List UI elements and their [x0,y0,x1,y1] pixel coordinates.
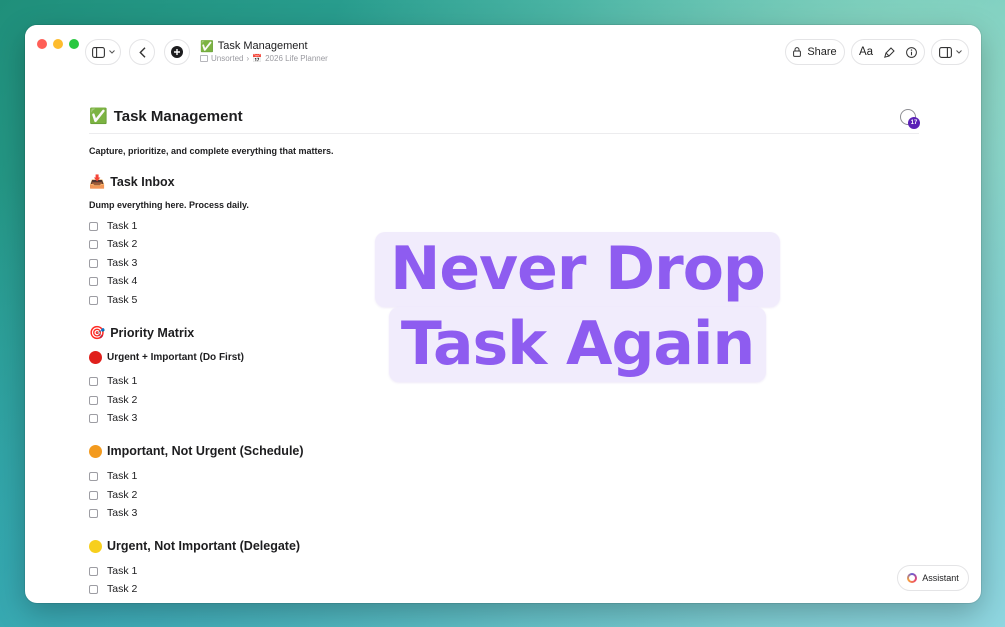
task-label[interactable]: Task 2 [107,394,137,406]
task-item: Task 3 [89,507,137,519]
add-icon [171,46,183,58]
task-checkbox[interactable] [89,258,98,268]
page-title-text: Task Management [113,108,243,125]
history-count-badge: 17 [908,117,920,129]
window-controls [37,39,79,49]
quadrant-heading-do-first[interactable]: Urgent + Important (Do First) [89,351,244,364]
task-label[interactable]: Task 2 [107,583,137,595]
task-item: Task 2 [89,583,137,595]
quadrant-heading-text: Urgent + Important (Do First) [107,352,244,363]
task-label[interactable]: Task 2 [107,238,137,250]
toolbar: ✅ Task Management Unsorted › 📅 2026 Life… [25,25,981,81]
task-item: Task 1 [89,470,137,482]
font-format-button[interactable]: Aa [859,46,873,58]
task-label[interactable]: Task 1 [107,470,137,482]
assistant-label: Assistant [922,573,959,583]
breadcrumb-item[interactable]: Unsorted [211,54,243,63]
note-title-block[interactable]: ✅ Task Management Unsorted › 📅 2026 Life… [200,40,328,63]
task-label[interactable]: Task 4 [107,275,137,287]
task-label[interactable]: Task 3 [107,412,137,424]
close-window-button[interactable] [37,39,47,49]
task-item: Task 1 [89,220,137,232]
task-checkbox[interactable] [89,239,98,249]
folder-icon [200,55,208,62]
task-item: Task 2 [89,238,137,250]
task-item: Task 1 [89,375,137,387]
task-item: Task 2 [89,489,137,501]
yellow-circle-icon [89,539,102,553]
window-title: Task Management [217,40,308,52]
sidebar-icon [91,46,105,58]
task-label[interactable]: Task 3 [107,507,137,519]
task-label[interactable]: Task 5 [107,294,137,306]
breadcrumb: Unsorted › 📅 2026 Life Planner [200,54,328,63]
task-checkbox[interactable] [89,221,98,231]
task-checkbox[interactable] [89,508,98,518]
title-divider [89,133,919,134]
priority-matrix-heading[interactable]: 🎯 Priority Matrix [89,326,194,340]
info-icon[interactable] [906,46,917,58]
task-label[interactable]: Task 1 [107,220,137,232]
breadcrumb-separator-icon: › [246,54,250,63]
inbox-heading[interactable]: 📥 Task Inbox [89,175,175,189]
panel-toggle-button[interactable] [931,39,969,65]
check-emoji-icon: ✅ [89,107,108,125]
chevron-down-icon [108,50,115,54]
task-checkbox[interactable] [89,566,98,576]
task-item: Task 5 [89,294,137,306]
brush-icon[interactable] [884,46,895,58]
task-checkbox[interactable] [89,276,98,286]
calendar-icon: 📅 [252,54,263,63]
inbox-tray-icon: 📥 [89,174,106,190]
priority-matrix-heading-text: Priority Matrix [110,326,195,340]
page-description[interactable]: Capture, prioritize, and complete everyt… [89,146,334,156]
red-circle-icon [89,351,102,364]
share-label: Share [807,46,837,58]
task-checkbox[interactable] [89,413,98,423]
quadrant-heading-schedule[interactable]: Important, Not Urgent (Schedule) [89,444,304,458]
task-checkbox[interactable] [89,490,98,500]
back-icon [138,46,146,58]
quadrant-heading-text: Urgent, Not Important (Delegate) [107,539,301,553]
share-button[interactable]: Share [785,39,845,65]
target-icon: 🎯 [89,325,106,341]
chevron-down-icon [955,50,962,54]
task-label[interactable]: Task 3 [107,257,137,269]
lock-icon [793,47,802,57]
promo-overlay: Never Drop a Task Again [375,232,780,382]
quadrant-heading-text: Important, Not Urgent (Schedule) [107,444,304,458]
promo-headline-line-1: Never Drop a [375,232,780,379]
zoom-window-button[interactable] [69,39,79,49]
sidebar-toggle-button[interactable] [85,39,121,65]
task-checkbox[interactable] [89,471,98,481]
check-emoji-icon: ✅ [200,39,214,53]
minimize-window-button[interactable] [53,39,63,49]
task-item: Task 3 [89,412,137,424]
task-label[interactable]: Task 1 [107,565,137,577]
task-checkbox[interactable] [89,584,98,594]
task-item: Task 4 [89,275,137,287]
promo-headline-line-2: Task Again [388,307,767,382]
back-button[interactable] [129,39,155,65]
task-item: Task 1 [89,565,137,577]
task-checkbox[interactable] [89,295,98,305]
breadcrumb-item[interactable]: 2026 Life Planner [265,54,328,63]
format-toolbar-group: Aa [851,39,925,65]
page-title[interactable]: ✅ Task Management [89,108,243,125]
assistant-button[interactable]: Assistant [897,565,969,591]
inbox-heading-text: Task Inbox [110,175,175,189]
task-label[interactable]: Task 1 [107,375,137,387]
task-label[interactable]: Task 2 [107,489,137,501]
inbox-note[interactable]: Dump everything here. Process daily. [89,200,249,210]
task-item: Task 3 [89,257,137,269]
new-note-button[interactable] [164,39,190,65]
assistant-icon [907,573,918,583]
task-checkbox[interactable] [89,376,98,386]
task-checkbox[interactable] [89,395,98,405]
task-item: Task 2 [89,394,137,406]
quadrant-heading-delegate[interactable]: Urgent, Not Important (Delegate) [89,539,300,553]
orange-circle-icon [89,444,102,458]
panel-icon [938,46,952,58]
